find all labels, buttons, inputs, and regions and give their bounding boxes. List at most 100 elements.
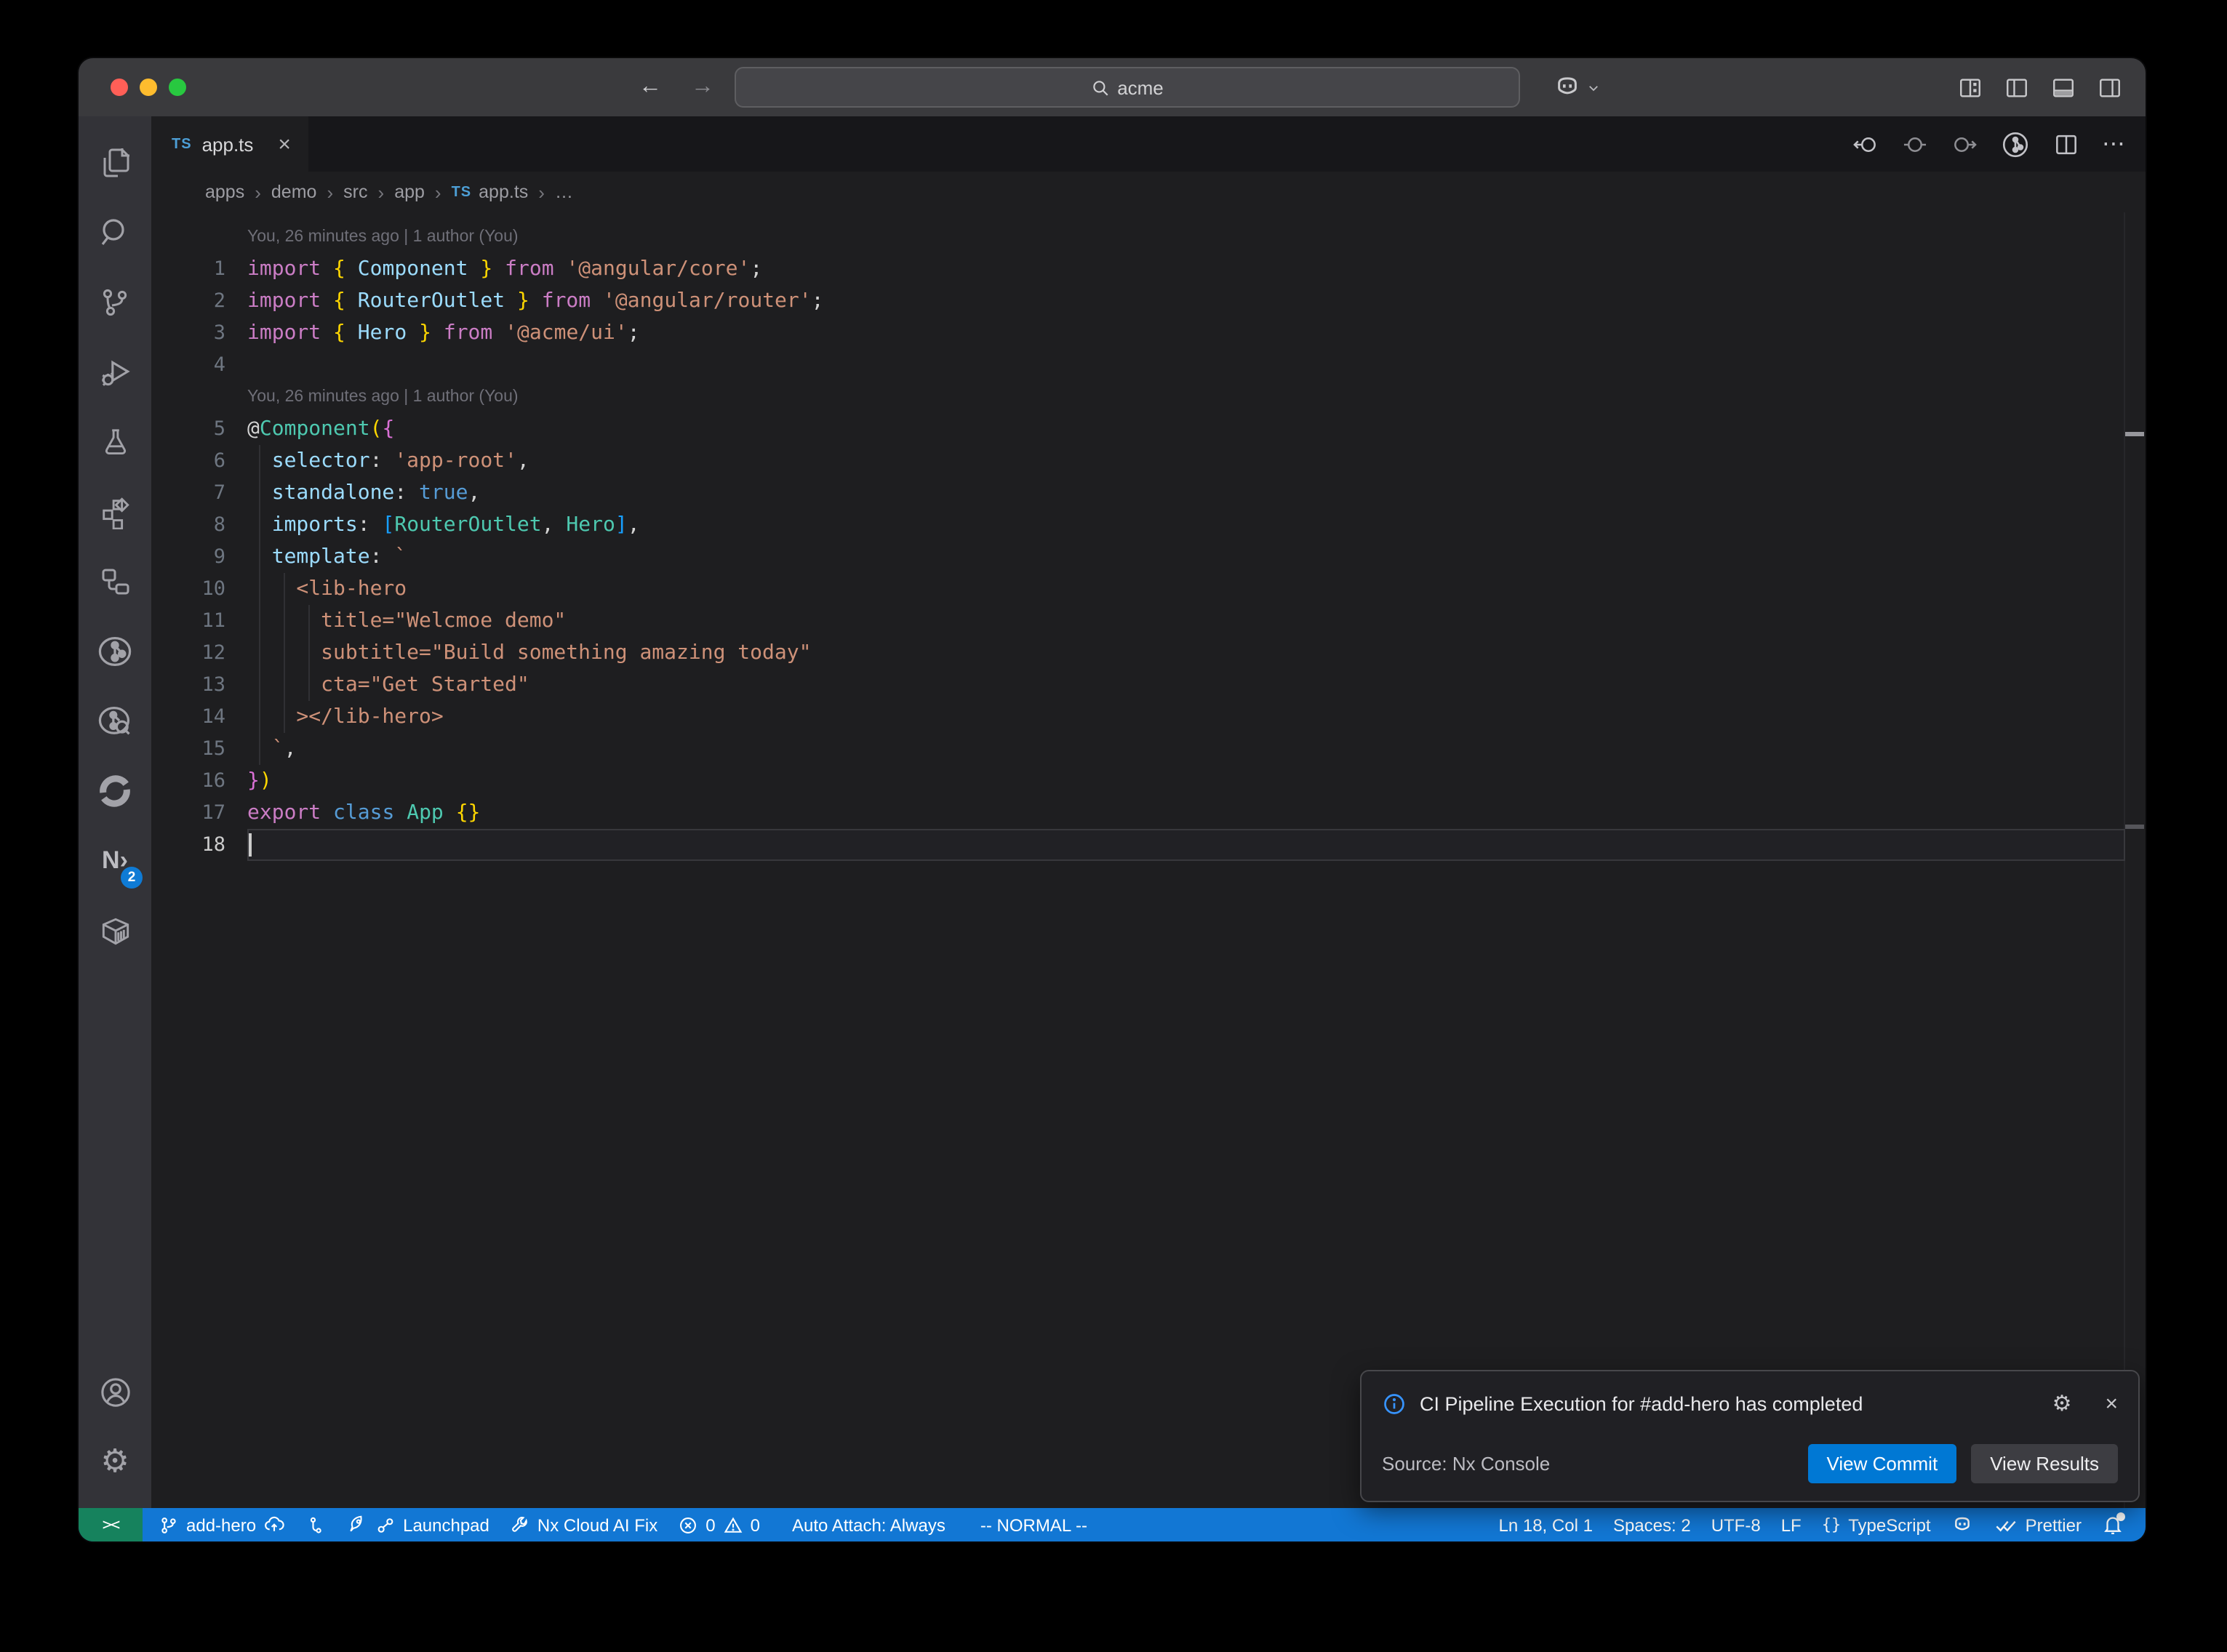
- toggle-secondary-sidebar-button[interactable]: [2098, 75, 2122, 100]
- breadcrumb-item-src[interactable]: src: [343, 182, 367, 202]
- breadcrumb-item-app[interactable]: app: [394, 182, 425, 202]
- code-line-7: 7 standalone: true,: [151, 477, 2146, 509]
- line-content[interactable]: [247, 829, 2125, 861]
- source-control-icon[interactable]: [83, 268, 147, 337]
- notifications-bell-item[interactable]: [2092, 1508, 2134, 1541]
- tab-close-icon[interactable]: ×: [278, 132, 291, 156]
- view-results-button[interactable]: View Results: [1971, 1444, 2118, 1483]
- history-forward-button[interactable]: →: [691, 76, 714, 99]
- toggle-panel-button[interactable]: [2051, 75, 2076, 100]
- line-content[interactable]: [247, 349, 2125, 381]
- line-content[interactable]: `,: [247, 733, 2125, 765]
- code-editor[interactable]: You, 26 minutes ago | 1 author (You)1imp…: [151, 212, 2146, 1508]
- line-content[interactable]: ></lib-hero>: [247, 701, 2125, 733]
- encoding-item[interactable]: UTF-8: [1701, 1508, 1771, 1541]
- line-content[interactable]: template: `: [247, 541, 2125, 573]
- breadcrumb-item-appts[interactable]: TSapp.ts: [452, 182, 529, 202]
- line-content[interactable]: import { Hero } from '@acme/ui';: [247, 317, 2125, 349]
- blame-annotation[interactable]: You, 26 minutes ago | 1 author (You): [247, 221, 519, 253]
- breadcrumb-separator: ›: [378, 181, 385, 203]
- view-commit-button[interactable]: View Commit: [1808, 1444, 1957, 1483]
- prettier-item[interactable]: Prettier: [1985, 1508, 2092, 1541]
- git-commit-item[interactable]: [295, 1508, 336, 1541]
- git-branch-item[interactable]: add-hero: [148, 1508, 295, 1541]
- line-content[interactable]: title="Welcmoe demo": [247, 605, 2125, 637]
- remote-indicator[interactable]: ><: [79, 1508, 143, 1541]
- search-sidebar-icon[interactable]: [83, 198, 147, 268]
- search-query-text: acme: [1117, 76, 1164, 98]
- line-content[interactable]: cta="Get Started": [247, 669, 2125, 701]
- language-mode-item[interactable]: {} TypeScript: [1812, 1508, 1941, 1541]
- nx-cloud-fix-item[interactable]: Nx Cloud AI Fix: [500, 1508, 668, 1541]
- swirl-logo-icon[interactable]: [83, 756, 147, 826]
- run-and-debug-icon[interactable]: [83, 337, 147, 407]
- settings-gear-icon[interactable]: ⚙: [83, 1427, 147, 1496]
- line-content[interactable]: import { RouterOutlet } from '@angular/r…: [247, 285, 2125, 317]
- breadcrumb-item-[interactable]: …: [555, 182, 573, 202]
- history-back-button[interactable]: ←: [639, 76, 662, 99]
- code-token: true: [419, 481, 468, 505]
- line-content[interactable]: @Component({: [247, 413, 2125, 445]
- nx-console-icon[interactable]: N› 2: [83, 826, 147, 896]
- flow-diagram-icon[interactable]: [83, 547, 147, 617]
- title-bar: ← → acme: [79, 58, 2146, 116]
- breadcrumb-label: app: [394, 182, 425, 202]
- code-line-9: 9 template: `: [151, 541, 2146, 573]
- line-content[interactable]: selector: 'app-root',: [247, 445, 2125, 477]
- typescript-file-icon: TS: [172, 136, 192, 152]
- customize-layout-button[interactable]: [1958, 75, 1983, 100]
- launchpad-item[interactable]: Launchpad: [336, 1508, 500, 1541]
- close-window-button[interactable]: [111, 79, 128, 96]
- command-center-search[interactable]: acme: [735, 67, 1520, 108]
- nav-back-icon[interactable]: [1852, 130, 1879, 158]
- eol-item[interactable]: LF: [1771, 1508, 1812, 1541]
- breadcrumb-item-apps[interactable]: apps: [205, 182, 244, 202]
- gitlens-search-icon[interactable]: [83, 686, 147, 756]
- account-icon[interactable]: [83, 1357, 147, 1427]
- notification-settings-gear-icon[interactable]: ⚙: [2052, 1390, 2072, 1416]
- commit-graph-icon[interactable]: [2000, 129, 2031, 159]
- breadcrumb-item-demo[interactable]: demo: [271, 182, 317, 202]
- indentation-item[interactable]: Spaces: 2: [1603, 1508, 1701, 1541]
- nav-current-icon[interactable]: [1901, 130, 1929, 158]
- code-token: '@angular/core': [566, 257, 750, 281]
- code-token: [321, 257, 333, 281]
- explorer-icon[interactable]: [83, 128, 147, 198]
- code-token: class: [333, 801, 394, 825]
- code-token: [444, 801, 456, 825]
- notification-close-icon[interactable]: ×: [2105, 1391, 2118, 1416]
- problems-item[interactable]: 0 0: [668, 1508, 770, 1541]
- container-icon[interactable]: [83, 896, 147, 966]
- vim-mode-item[interactable]: -- NORMAL --: [970, 1508, 1097, 1541]
- minimize-window-button[interactable]: [140, 79, 157, 96]
- tab-app-ts[interactable]: TS app.ts ×: [151, 116, 308, 172]
- cursor-position-item[interactable]: Ln 18, Col 1: [1489, 1508, 1603, 1541]
- line-content[interactable]: subtitle="Build something amazing today": [247, 637, 2125, 669]
- code-token: 'app-root': [394, 449, 517, 473]
- nx-cloud-fix-label: Nx Cloud AI Fix: [537, 1515, 657, 1535]
- line-content[interactable]: imports: [RouterOutlet, Hero],: [247, 509, 2125, 541]
- line-number: 15: [151, 733, 225, 765]
- more-actions-icon[interactable]: ⋯: [2102, 129, 2125, 159]
- nav-forward-icon[interactable]: [1951, 130, 1978, 158]
- code-line-4: 4: [151, 349, 2146, 381]
- copilot-menu[interactable]: [1552, 58, 1600, 116]
- toggle-primary-sidebar-button[interactable]: [2004, 75, 2029, 100]
- braces-icon: {}: [1822, 1515, 1842, 1534]
- line-content[interactable]: }): [247, 765, 2125, 797]
- testing-icon[interactable]: [83, 407, 147, 477]
- blame-annotation[interactable]: You, 26 minutes ago | 1 author (You): [247, 381, 519, 413]
- copilot-status-item[interactable]: [1941, 1508, 1985, 1541]
- line-content[interactable]: export class App {}: [247, 797, 2125, 829]
- auto-attach-item[interactable]: Auto Attach: Always: [782, 1508, 956, 1541]
- split-editor-icon[interactable]: [2052, 130, 2080, 158]
- line-content[interactable]: import { Component } from '@angular/core…: [247, 253, 2125, 285]
- maximize-window-button[interactable]: [169, 79, 186, 96]
- gitlens-graph-icon[interactable]: [83, 617, 147, 686]
- code-line-11: 11 title="Welcmoe demo": [151, 605, 2146, 637]
- copilot-icon: [1552, 72, 1583, 103]
- line-content[interactable]: <lib-hero: [247, 573, 2125, 605]
- extensions-icon[interactable]: [83, 477, 147, 547]
- line-content[interactable]: standalone: true,: [247, 477, 2125, 509]
- breadcrumb-separator: ›: [255, 181, 261, 203]
